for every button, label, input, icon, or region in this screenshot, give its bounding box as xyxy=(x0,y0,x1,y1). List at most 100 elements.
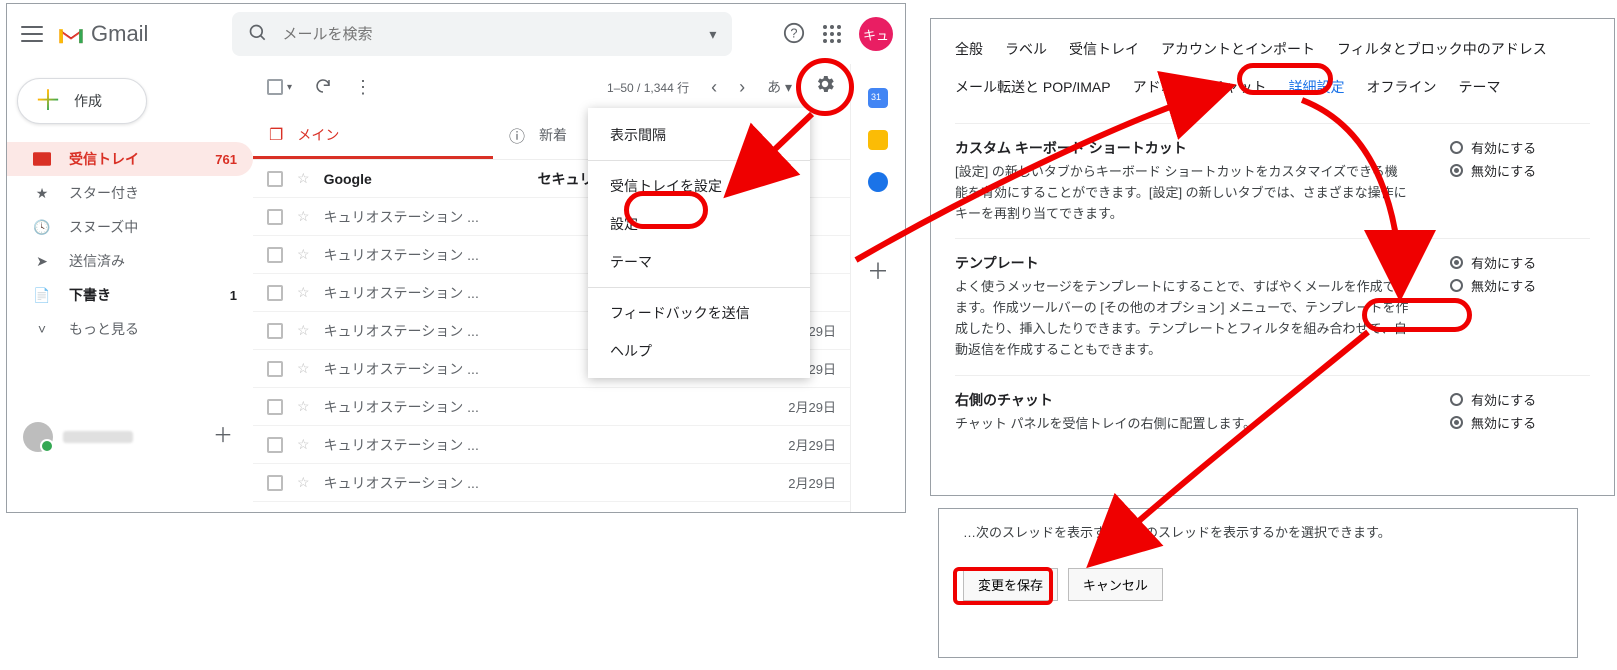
row-checkbox[interactable] xyxy=(267,285,283,301)
tab-icon: ❐ xyxy=(269,125,283,145)
star-icon[interactable]: ☆ xyxy=(297,170,310,187)
nav-label: スター付き xyxy=(69,183,237,203)
sidebar-item-more[interactable]: ˅もっと見る xyxy=(7,312,253,346)
select-all-checkbox[interactable]: ▾ xyxy=(267,79,292,95)
next-page-icon[interactable]: › xyxy=(739,77,745,98)
gmail-sidebar: ＋ 作成 受信トレイ761★スター付き🕓スヌーズ中➤送信済み📄下書き1˅もっと見… xyxy=(7,64,253,512)
search-bar[interactable]: ▾ xyxy=(232,12,732,56)
settings-tab[interactable]: テーマ xyxy=(1458,77,1500,97)
radio-disable[interactable]: 無効にする xyxy=(1450,161,1590,180)
dropdown-item[interactable]: ヘルプ xyxy=(588,332,810,370)
star-icon[interactable]: ☆ xyxy=(297,474,310,491)
row-checkbox[interactable] xyxy=(267,209,283,225)
help-icon[interactable]: ? xyxy=(783,22,805,47)
menu-icon[interactable] xyxy=(21,26,43,42)
mail-row[interactable]: ☆キュリオステーション ...2月29日 xyxy=(253,388,850,426)
settings-tab[interactable]: 受信トレイ xyxy=(1069,39,1139,59)
star-icon[interactable]: ☆ xyxy=(297,208,310,225)
nav-label: もっと見る xyxy=(69,319,237,339)
star-icon[interactable]: ☆ xyxy=(297,436,310,453)
row-date: 2月29日 xyxy=(776,473,836,492)
row-sender: Google xyxy=(324,171,524,187)
row-sender: キュリオステーション ... xyxy=(324,473,524,493)
more-icon[interactable]: ⋮ xyxy=(354,77,372,98)
radio-disable[interactable]: 無効にする xyxy=(1450,276,1590,295)
plus-icon: ＋ xyxy=(34,87,62,115)
setting-right-chat: 右側のチャット チャット パネルを受信トレイの右側に配置します。 有効にする 無… xyxy=(955,375,1590,450)
settings-gear-icon[interactable] xyxy=(814,73,836,101)
refresh-icon[interactable] xyxy=(314,77,332,98)
sidebar-item-inbox[interactable]: 受信トレイ761 xyxy=(7,142,253,176)
star-icon[interactable]: ☆ xyxy=(297,360,310,377)
star-icon[interactable]: ☆ xyxy=(297,322,310,339)
mail-row[interactable]: ☆ キュリオステーション ... 2月29日 xyxy=(253,464,850,502)
apps-grid-icon[interactable] xyxy=(823,25,841,43)
search-dropdown-icon[interactable]: ▾ xyxy=(709,26,716,43)
radio-disable[interactable]: 無効にする xyxy=(1450,413,1590,432)
nav-label: 下書き xyxy=(69,285,212,305)
star-icon[interactable]: ☆ xyxy=(297,284,310,301)
settings-tab[interactable]: ラベル xyxy=(1005,39,1047,59)
star-icon[interactable]: ☆ xyxy=(297,246,310,263)
radio-enable[interactable]: 有効にする xyxy=(1450,138,1590,157)
row-checkbox[interactable] xyxy=(267,247,283,263)
row-checkbox[interactable] xyxy=(267,399,283,415)
setting-title: テンプレート xyxy=(955,253,1410,273)
dropdown-item[interactable]: 受信トレイを設定 xyxy=(588,167,810,205)
keep-icon[interactable] xyxy=(868,130,888,150)
settings-tab[interactable]: 全般 xyxy=(955,39,983,59)
row-sender: キュリオステーション ... xyxy=(324,245,524,265)
compose-button[interactable]: ＋ 作成 xyxy=(17,78,147,124)
row-sender: キュリオステーション ... xyxy=(324,207,524,227)
tab-0[interactable]: ❐メイン xyxy=(253,110,493,159)
row-checkbox[interactable] xyxy=(267,171,283,187)
row-checkbox[interactable] xyxy=(267,323,283,339)
nav-label: 送信済み xyxy=(69,251,237,271)
nav-count: 761 xyxy=(215,152,237,167)
sidebar-item-send[interactable]: ➤送信済み xyxy=(7,244,253,278)
tab-label: 新着 xyxy=(539,125,567,145)
cancel-button[interactable]: キャンセル xyxy=(1068,568,1163,601)
tab-icon: ⓘ xyxy=(509,123,525,147)
row-checkbox[interactable] xyxy=(267,437,283,453)
dropdown-separator xyxy=(588,287,810,288)
sidebar-item-clock[interactable]: 🕓スヌーズ中 xyxy=(7,210,253,244)
compose-label: 作成 xyxy=(74,91,102,111)
dropdown-item[interactable]: 設定 xyxy=(588,205,810,243)
dropdown-item[interactable]: 表示間隔 xyxy=(588,116,810,154)
settings-tab[interactable]: オフライン xyxy=(1366,77,1436,97)
rail-add-icon[interactable]: ＋ xyxy=(867,254,889,286)
dropdown-item[interactable]: フィードバックを送信 xyxy=(588,294,810,332)
star-icon[interactable]: ☆ xyxy=(297,398,310,415)
search-input[interactable] xyxy=(282,26,695,43)
row-checkbox[interactable] xyxy=(267,475,283,491)
sidebar-item-draft[interactable]: 📄下書き1 xyxy=(7,278,253,312)
hangouts-contact[interactable] xyxy=(23,422,133,452)
sidebar-item-star[interactable]: ★スター付き xyxy=(7,176,253,210)
settings-tab[interactable]: アカウントとインポート xyxy=(1161,39,1315,59)
settings-tab[interactable]: チャット xyxy=(1211,77,1267,97)
settings-tab[interactable]: フィルタとブロック中のアドレス xyxy=(1337,39,1547,59)
settings-tab[interactable]: アドオン xyxy=(1133,77,1189,97)
setting-templates: テンプレート よく使うメッセージをテンプレートにすることで、すばやくメールを作成… xyxy=(955,238,1590,374)
row-sender: キュリオステーション ... xyxy=(324,397,524,417)
prev-page-icon[interactable]: ‹ xyxy=(711,77,717,98)
settings-tab[interactable]: メール転送と POP/IMAP xyxy=(955,77,1111,97)
radio-enable[interactable]: 有効にする xyxy=(1450,253,1590,272)
account-avatar[interactable]: キュ xyxy=(859,17,893,51)
svg-text:?: ? xyxy=(790,25,797,40)
tasks-icon[interactable] xyxy=(868,172,888,192)
save-button[interactable]: 変更を保存 xyxy=(963,568,1058,601)
right-rail: 31 ＋ xyxy=(851,64,905,512)
hangouts-add-icon[interactable]: ＋ xyxy=(213,419,233,448)
gmail-brand-text: Gmail xyxy=(91,21,148,47)
ime-indicator[interactable]: あ ▾ xyxy=(767,77,792,97)
gmail-header: Gmail ▾ ? キュ xyxy=(7,4,905,64)
mail-row[interactable]: ☆キュリオステーション ...2月29日 xyxy=(253,426,850,464)
radio-enable[interactable]: 有効にする xyxy=(1450,390,1590,409)
nav-label: スヌーズ中 xyxy=(69,217,237,237)
calendar-icon[interactable]: 31 xyxy=(868,88,888,108)
row-checkbox[interactable] xyxy=(267,361,283,377)
settings-tab[interactable]: 詳細設定 xyxy=(1288,77,1344,97)
dropdown-item[interactable]: テーマ xyxy=(588,243,810,281)
